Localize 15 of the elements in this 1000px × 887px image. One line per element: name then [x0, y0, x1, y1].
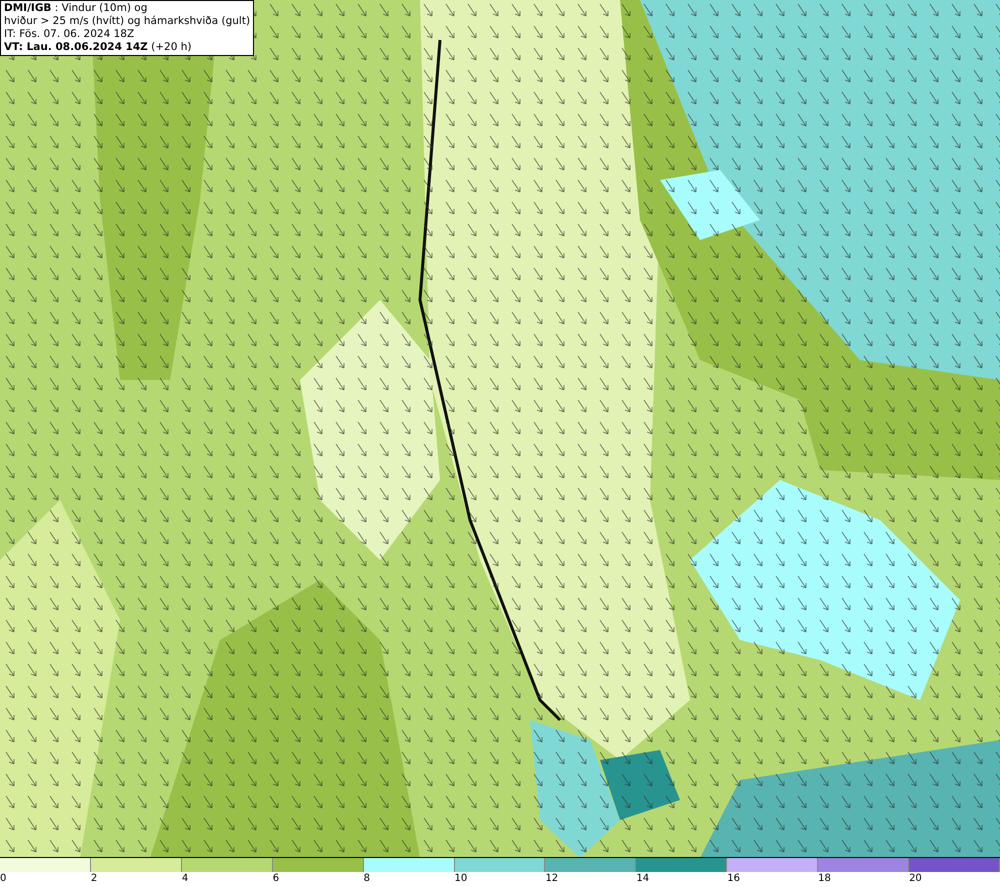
scale-label: 18 [818, 873, 831, 884]
scale-label: 10 [454, 873, 468, 884]
caption-line: hviður > 25 m/s (hvítt) og hámarkshviða (gult) [4, 15, 250, 28]
scale-label: 0 [0, 873, 6, 884]
scale-label: 14 [636, 873, 650, 884]
scale-label: 4 [182, 873, 188, 884]
scale-label: 2 [90, 873, 98, 884]
scale-label: 6 [272, 873, 280, 884]
scale-label: 12 [545, 873, 558, 884]
scale-label: 8 [364, 873, 370, 884]
caption-line: IT: Fös. 07. 06. 2024 18Z [4, 28, 136, 41]
scale-label: 16 [727, 873, 740, 884]
scale-label: 20 [909, 873, 922, 884]
caption-line: DMI/IGB : Vindur (10m) og [4, 2, 148, 15]
caption-line: VT: Lau. 08.06.2024 14Z (+20 h) [4, 41, 192, 54]
